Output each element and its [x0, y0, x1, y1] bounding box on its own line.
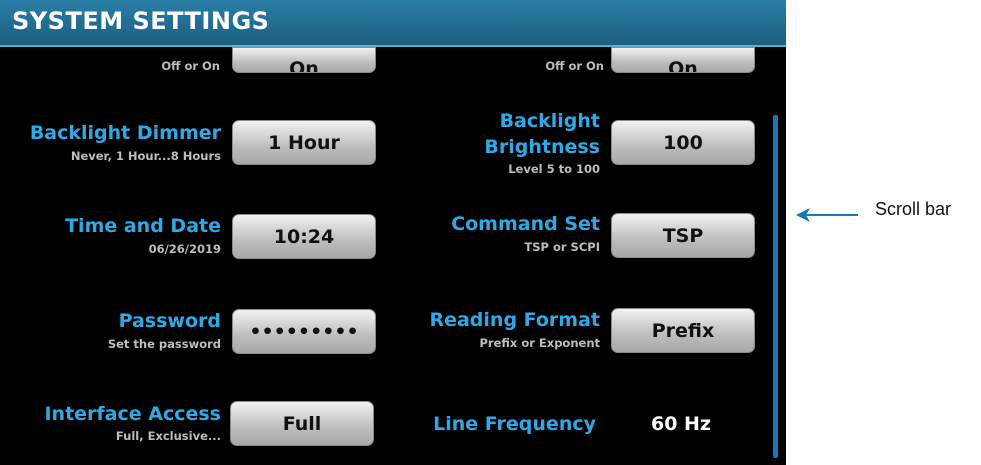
- line-frequency-value: 60 Hz: [651, 413, 712, 435]
- page-title: SYSTEM SETTINGS: [12, 7, 270, 35]
- time-and-date-button[interactable]: 10:24: [232, 214, 376, 259]
- backlight-dimmer-subtitle: Never, 1 Hour...8 Hours: [70, 149, 221, 163]
- scrollbar[interactable]: [773, 115, 778, 458]
- time-and-date-label: Time and Date: [65, 215, 221, 237]
- reading-format-label: Reading Format: [429, 309, 600, 331]
- backlight-brightness-button[interactable]: 100: [611, 120, 755, 165]
- time-and-date-subtitle: 06/26/2019: [148, 242, 221, 256]
- line-frequency-label: Line Frequency: [433, 413, 596, 435]
- backlight-brightness-label-line1: Backlight: [499, 110, 600, 132]
- password-subtitle: Set the password: [107, 337, 221, 351]
- title-bar: SYSTEM SETTINGS: [0, 0, 786, 47]
- interface-access-button[interactable]: Full: [230, 401, 374, 446]
- password-label: Password: [118, 310, 221, 332]
- arrow-left-icon: [796, 208, 858, 222]
- reading-format-button[interactable]: Prefix: [611, 308, 755, 353]
- scroll-bar-annotation: Scroll bar: [875, 199, 952, 219]
- backlight-brightness-subtitle: Level 5 to 100: [508, 162, 600, 176]
- backlight-brightness-label-line2: Brightness: [484, 136, 600, 158]
- reading-format-subtitle: Prefix or Exponent: [479, 336, 601, 350]
- backlight-dimmer-label: Backlight Dimmer: [29, 122, 221, 144]
- top-right-subtitle: Off or On: [545, 59, 604, 73]
- command-set-subtitle: TSP or SCPI: [524, 240, 600, 254]
- top-left-subtitle: Off or On: [161, 59, 220, 73]
- backlight-dimmer-button[interactable]: 1 Hour: [232, 120, 376, 165]
- interface-access-subtitle: Full, Exclusive...: [115, 429, 221, 443]
- password-button[interactable]: •••••••••: [232, 309, 376, 354]
- top-left-button[interactable]: On: [232, 47, 376, 73]
- interface-access-label: Interface Access: [44, 403, 221, 425]
- system-settings-screen: SYSTEM SETTINGS Off or On On Off or On O…: [0, 0, 786, 465]
- command-set-label: Command Set: [451, 213, 600, 235]
- command-set-button[interactable]: TSP: [611, 213, 755, 258]
- top-right-button[interactable]: On: [611, 47, 755, 73]
